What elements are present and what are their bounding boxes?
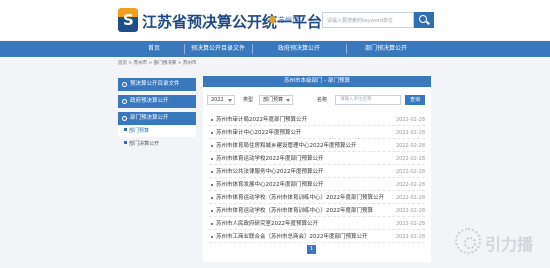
nav-item-government[interactable]: 政府预决算公开 [254, 41, 344, 57]
content-panel: 苏州市本级部门 - 部门预算 年份 2022 类型 部门预算 名称 请输入单位名… [203, 76, 431, 262]
list-item[interactable]: 苏州市审计局2022年度部门预算公开 2022-02-28 [209, 114, 425, 126]
year-select-value: 2022 [211, 97, 224, 103]
circle-icon [122, 99, 127, 104]
chevron-down-icon [286, 99, 290, 102]
sidebar-sub-label: 部门预算 [129, 128, 150, 134]
sidebar-item-label: 政府预决算公开 [130, 98, 169, 104]
type-label: 类型 [243, 97, 254, 103]
query-button[interactable]: 查询 [405, 95, 425, 105]
type-select[interactable]: 部门预算 [259, 95, 293, 105]
list-item[interactable]: 苏州市人民政府研究室2022年度预算公开 2022-02-28 [209, 218, 425, 230]
main-nav: 首页 预决算公开目录文件 政府预决算公开 部门预决算公开 [0, 41, 550, 57]
watermark-logo-icon [455, 228, 481, 254]
sidebar-item-department[interactable]: 部门预决算公开 [118, 112, 196, 125]
breadcrumb: 首页 > 苏州市 > 部门预决算 > 苏州市 [118, 61, 197, 66]
watermark-text: 引力播 [485, 235, 534, 254]
sidebar-item-label: 预决算公开目录文件 [130, 81, 180, 87]
nav-item-catalog[interactable]: 预决算公开目录文件 [186, 41, 250, 57]
circle-icon [122, 82, 127, 87]
list-item[interactable]: 苏州市工商业联合会（苏州市总商会）2022年度部门预算公开 2022-02-28 [209, 231, 425, 243]
circle-icon [122, 116, 127, 121]
search-button[interactable] [414, 12, 434, 28]
nav-item-home[interactable]: 首页 [126, 41, 182, 57]
list-item[interactable]: 苏州市体育发展中心2022年度部门预算公开 2022-02-28 [209, 179, 425, 191]
nav-item-department[interactable]: 部门预决算公开 [348, 41, 424, 57]
pagination-page[interactable]: 1 [307, 245, 316, 254]
list-item[interactable]: 苏州市体育运动学校（苏州市体育训练中心）2022年度部门预算公开 2022-02-… [209, 192, 425, 204]
bullet-icon [124, 141, 127, 144]
sidebar-item-label: 部门预决算公开 [130, 115, 169, 121]
list-item[interactable]: 苏州市公共法律服务中心2022年度预算公开 2022-02-28 [209, 166, 425, 178]
panel-title: 苏州市本级部门 - 部门预算 [203, 76, 431, 87]
bullet-icon [124, 128, 127, 131]
keyword-input[interactable]: 请输入单位名称 [335, 95, 401, 105]
list-item[interactable]: 苏州市体育运动学校（苏州市体育训练中心）2022年度部门预算 2022-02-28 [209, 205, 425, 217]
sidebar-sub-final-accounts[interactable]: 部门决算公开 [118, 139, 196, 150]
year-select[interactable]: 2022 [207, 95, 235, 105]
site-logo-icon[interactable]: S [118, 8, 138, 32]
list-item[interactable]: 苏州市体育局住房和城乡建设管理中心2022年度预算公开 2022-02-28 [209, 140, 425, 152]
sidebar-item-catalog[interactable]: 预决算公开目录文件 [118, 78, 196, 91]
search-input[interactable]: 请输入要搜索的keyword单位 [322, 12, 414, 28]
chevron-down-icon [228, 99, 232, 102]
list-item[interactable]: 苏州市体育运动学校2022年度部门预算公开 2022-02-28 [209, 153, 425, 165]
sidebar-sub-budget[interactable]: 部门预算 [118, 126, 196, 137]
keyword-label: 名称 [317, 97, 328, 103]
sidebar-sub-label: 部门决算公开 [129, 141, 160, 147]
type-select-value: 部门预算 [263, 97, 284, 103]
location-selector[interactable]: 苏州市 [267, 14, 299, 25]
list-item[interactable]: 苏州市审计中心2022年度预算公开 2022-02-28 [209, 127, 425, 139]
sidebar-item-government[interactable]: 政府预决算公开 [118, 95, 196, 108]
watermark: 引力播 [455, 228, 550, 254]
location-label: 苏州市 [278, 16, 299, 24]
location-pin-icon [267, 14, 278, 25]
site-header: S 江苏省预决算公开统一平台 苏州市 请输入要搜索的keyword单位 [0, 0, 550, 40]
